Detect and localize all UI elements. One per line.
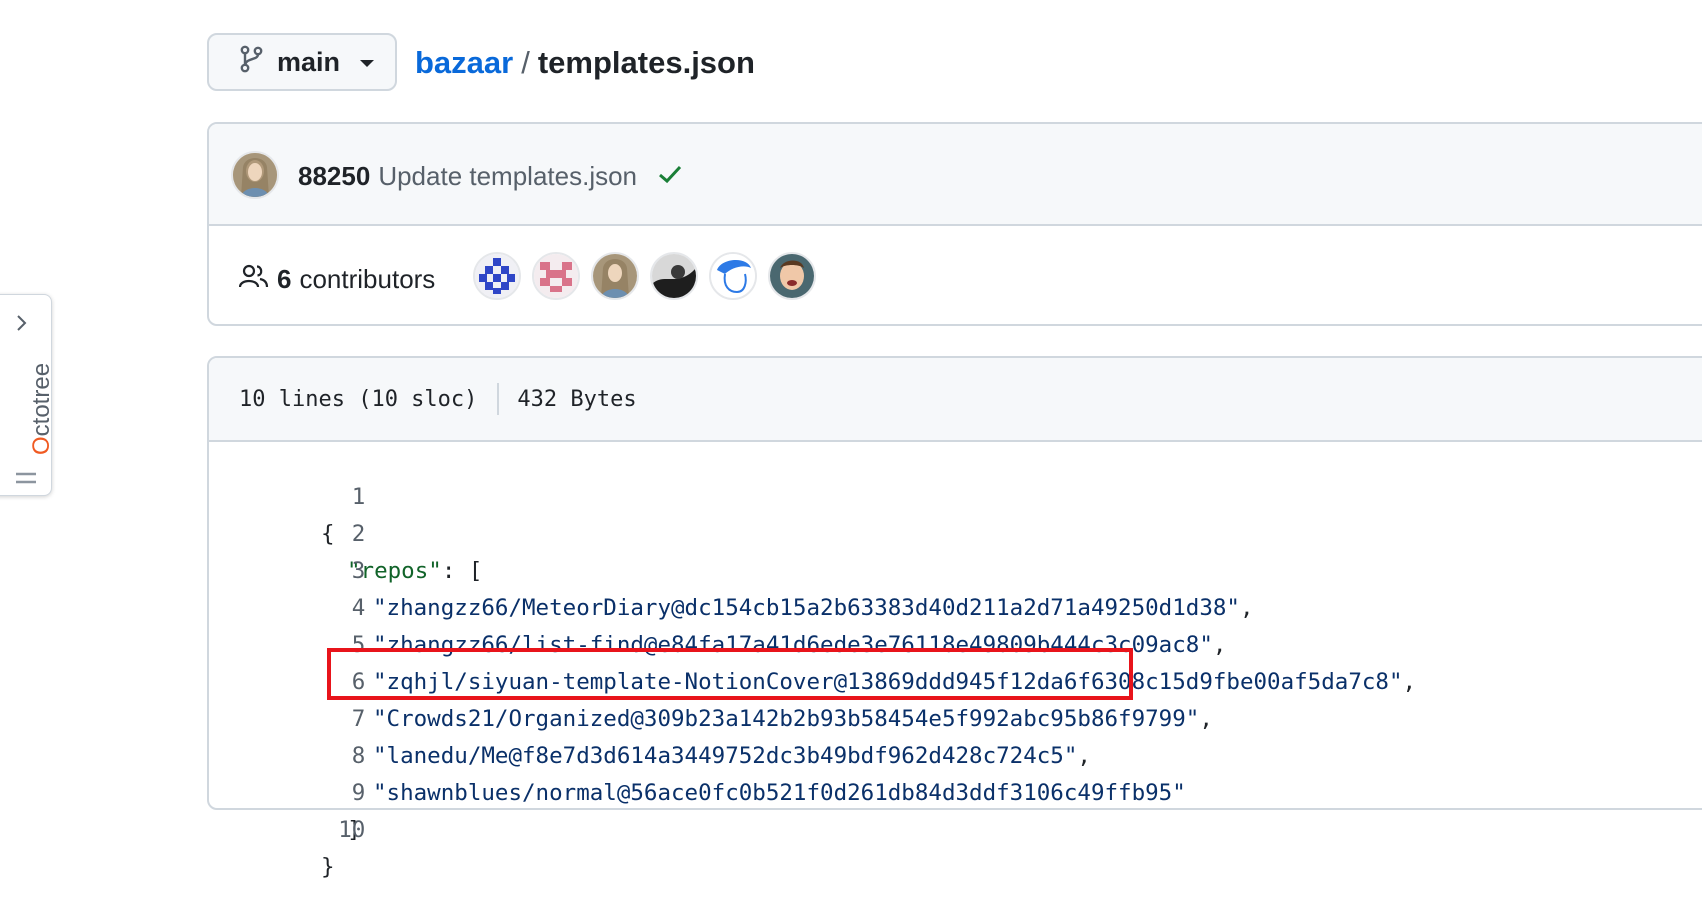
commit-message-link[interactable]: Update templates.json: [378, 161, 637, 192]
code-text: "repos": [: [347, 553, 482, 590]
octotree-label-rest: ctotree: [28, 362, 55, 437]
line-number[interactable]: 3: [290, 553, 366, 590]
octotree-label: Octotree: [28, 363, 56, 455]
contributor-avatar[interactable]: [709, 252, 757, 300]
code-line: 1 {: [209, 442, 365, 547]
contributor-avatar[interactable]: [532, 252, 580, 300]
chevron-right-icon: [15, 313, 29, 338]
code-line: 4 "zhangzz66/list-find@e84fa17a41d6ede3e…: [209, 553, 1227, 658]
line-number[interactable]: 1: [290, 479, 366, 516]
commit-summary: 88250 Update templates.json: [298, 156, 683, 196]
contributor-avatar[interactable]: [650, 252, 698, 300]
octotree-sidebar-toggle[interactable]: Octotree: [0, 294, 55, 496]
contributors-link[interactable]: 6 contributors: [238, 256, 436, 302]
file-view: 10 lines (10 sloc) 432 Bytes 1 { 2 "repo…: [207, 356, 1702, 880]
breadcrumb-repo-link[interactable]: bazaar: [415, 45, 513, 81]
file-info-bar: 10 lines (10 sloc) 432 Bytes: [209, 358, 1702, 442]
breadcrumb: bazaar / templates.json: [415, 40, 755, 86]
git-branch-icon: [239, 45, 263, 80]
code-line: 2 "repos": [: [209, 479, 482, 584]
json-string: "Crowds21/Organized@309b23a142b2b93b5845…: [373, 706, 1200, 732]
commit-author-link[interactable]: 88250: [298, 161, 370, 192]
code-text: "zhangzz66/MeteorDiary@dc154cb15a2b63383…: [373, 590, 1254, 627]
code-text: }: [321, 854, 335, 880]
code-text: "Crowds21/Organized@309b23a142b2b93b5845…: [373, 701, 1213, 738]
code-line: 3 "zhangzz66/MeteorDiary@dc154cb15a2b633…: [209, 516, 1254, 621]
code-text: "shawnblues/normal@56ace0fc0b521f0d261db…: [373, 775, 1186, 812]
divider: [497, 383, 500, 415]
json-string: "lanedu/Me@f8e7d3d614a3449752dc3b49bdf96…: [373, 743, 1078, 769]
breadcrumb-file-name: templates.json: [537, 45, 755, 80]
caret-down-icon: [360, 60, 375, 67]
people-icon: [238, 263, 269, 296]
octotree-label-first-letter: O: [28, 436, 55, 455]
json-punct: ,: [1212, 632, 1227, 658]
contributors-count: 6: [277, 263, 292, 294]
code-line: 5 "zqhjl/siyuan-template-NotionCover@138…: [209, 590, 1416, 695]
line-number[interactable]: 8: [290, 738, 366, 775]
commit-box: 88250 Update templates.json 6 contributo…: [207, 122, 1702, 326]
latest-commit-bar: 88250 Update templates.json: [209, 124, 1702, 226]
line-number[interactable]: 2: [290, 516, 366, 553]
contributors-label: contributors: [299, 263, 436, 294]
contributor-avatar[interactable]: [473, 252, 521, 300]
contributor-avatar[interactable]: [768, 252, 816, 300]
breadcrumb-separator: /: [521, 45, 530, 80]
drag-handle-icon[interactable]: [15, 471, 37, 490]
json-string: "zhangzz66/MeteorDiary@dc154cb15a2b63383…: [373, 595, 1240, 621]
file-line-count: 10 lines (10 sloc): [239, 386, 478, 412]
code-line: 9 ]: [209, 738, 365, 843]
code-line: 6 "Crowds21/Organized@309b23a142b2b93b58…: [209, 627, 1213, 732]
code-line: 8 "shawnblues/normal@56ace0fc0b521f0d261…: [209, 701, 1186, 806]
json-punct: ,: [1402, 669, 1417, 695]
code-text: "lanedu/Me@f8e7d3d614a3449752dc3b49bdf96…: [373, 738, 1091, 775]
line-number[interactable]: 4: [290, 590, 366, 627]
json-punct: : [: [441, 558, 483, 584]
file-size: 432 Bytes: [517, 386, 637, 412]
code-line: 7 "lanedu/Me@f8e7d3d614a3449752dc3b49bdf…: [209, 664, 1091, 769]
check-icon[interactable]: [657, 161, 683, 192]
avatar[interactable]: [231, 151, 279, 199]
json-string: "shawnblues/normal@56ace0fc0b521f0d261db…: [373, 780, 1186, 806]
branch-label: main: [277, 46, 341, 77]
json-punct: ,: [1077, 743, 1091, 769]
line-number[interactable]: 9: [290, 775, 366, 812]
highlight-annotation: [327, 648, 1133, 700]
branch-selector-button[interactable]: main: [207, 33, 397, 91]
contributor-avatar[interactable]: [591, 252, 639, 300]
code-line: 10 }: [209, 775, 365, 880]
line-number[interactable]: 10: [290, 812, 365, 849]
line-number[interactable]: 7: [290, 701, 366, 738]
json-punct: ,: [1199, 706, 1213, 732]
json-punct: ,: [1239, 595, 1254, 621]
